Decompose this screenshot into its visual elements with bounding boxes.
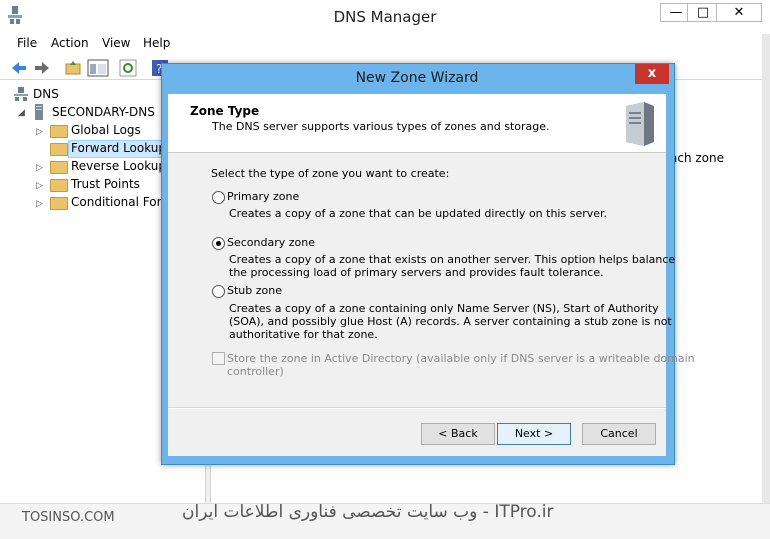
window-title: DNS Manager	[333, 8, 437, 26]
server-icon	[626, 102, 654, 146]
close-button[interactable]: ✕	[716, 3, 762, 22]
window-edge	[762, 34, 770, 538]
maximize-button[interactable]: □	[687, 3, 719, 22]
secondary-zone-desc-line1: Creates a copy of a zone that exists on …	[229, 253, 676, 266]
folder-icon	[50, 161, 68, 174]
primary-zone-label[interactable]: Primary zone	[227, 190, 299, 203]
next-button[interactable]: Next >	[497, 423, 571, 445]
store-in-ad-label-line2: controller)	[227, 365, 284, 378]
menu-help[interactable]: Help	[143, 36, 170, 50]
tree-item-conditional-forwarders[interactable]: Conditional Forw	[71, 195, 171, 209]
store-in-ad-checkbox[interactable]	[212, 352, 225, 365]
button-separator	[168, 407, 666, 409]
stub-zone-label[interactable]: Stub zone	[227, 284, 282, 297]
folder-icon	[50, 143, 68, 156]
forward-arrow-icon[interactable]	[33, 59, 51, 77]
watermark-left: TOSINSO.COM	[22, 510, 115, 525]
stub-zone-desc-line3: authoritative for that zone.	[229, 328, 378, 341]
stub-zone-desc-line1: Creates a copy of a zone containing only…	[229, 302, 659, 315]
expanded-icon[interactable]: ◢	[18, 108, 25, 118]
wizard-header-title: Zone Type	[190, 104, 260, 118]
back-arrow-icon[interactable]	[10, 59, 28, 77]
secondary-zone-label[interactable]: Secondary zone	[227, 236, 315, 249]
dialog-close-button[interactable]: x	[635, 64, 669, 84]
zone-type-prompt: Select the type of zone you want to crea…	[211, 167, 450, 180]
stub-zone-desc-line2: (SOA), and possibly glue Host (A) record…	[229, 315, 672, 328]
up-folder-icon[interactable]	[64, 59, 82, 77]
dns-root-icon	[14, 87, 28, 101]
primary-zone-desc: Creates a copy of a zone that can be upd…	[229, 207, 608, 220]
details-pane-text: ach zone	[670, 151, 724, 165]
secondary-zone-desc-line2: the processing load of primary servers a…	[229, 266, 604, 279]
tree-item-secondary-dns[interactable]: SECONDARY-DNS	[52, 105, 155, 119]
refresh-icon[interactable]	[119, 59, 137, 77]
collapsed-icon[interactable]: ▷	[36, 163, 43, 173]
collapsed-icon[interactable]: ▷	[36, 181, 43, 191]
collapsed-icon[interactable]: ▷	[36, 127, 43, 137]
menu-action[interactable]: Action	[51, 36, 89, 50]
tree-item-trust-points[interactable]: Trust Points	[71, 177, 140, 191]
folder-icon	[50, 197, 68, 210]
wizard-header-subtitle: The DNS server supports various types of…	[212, 120, 550, 133]
watermark-right: وب سایت تخصصی فناوری اطلاعات ایران - ITP…	[182, 502, 554, 522]
cancel-button[interactable]: Cancel	[582, 423, 656, 445]
stub-zone-radio[interactable]	[212, 285, 225, 298]
dialog-title: New Zone Wizard	[355, 70, 479, 86]
store-in-ad-label-line1: Store the zone in Active Directory (avai…	[227, 352, 695, 365]
primary-zone-radio[interactable]	[212, 191, 225, 204]
menu-file[interactable]: File	[17, 36, 37, 50]
folder-icon	[50, 179, 68, 192]
secondary-zone-radio[interactable]	[212, 237, 225, 250]
back-button[interactable]: < Back	[421, 423, 495, 445]
folder-icon	[50, 125, 68, 138]
show-hide-tree-icon[interactable]	[87, 59, 109, 77]
menu-view[interactable]: View	[102, 36, 130, 50]
tree-item-dns[interactable]: DNS	[33, 87, 59, 101]
server-small-icon	[35, 104, 43, 120]
tree-item-global-logs[interactable]: Global Logs	[71, 123, 141, 137]
collapsed-icon[interactable]: ▷	[36, 199, 43, 209]
